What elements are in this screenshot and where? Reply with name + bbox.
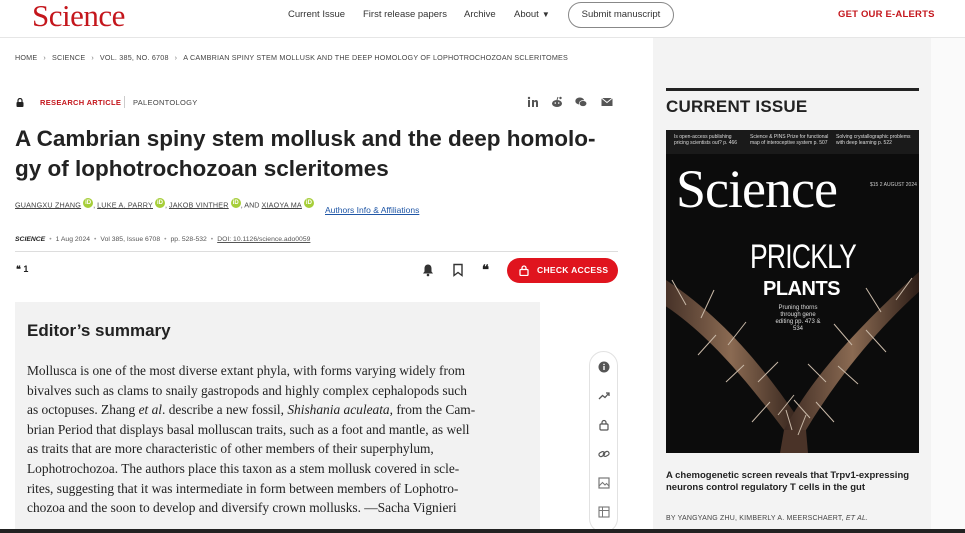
publication-info: SCIENCE • 1 Aug 2024 • Vol 385, Issue 6708 • p… bbox=[15, 236, 311, 243]
page-range: pp. 528-532 bbox=[170, 236, 207, 243]
author-list: GUANGXU ZHANG iD, LUKE A. PARRY iD, JAKOB … bbox=[15, 198, 314, 210]
nav-about-label: About bbox=[514, 9, 539, 20]
author-link[interactable]: XIAOYA MA bbox=[261, 200, 301, 209]
quote-icon: ❝ bbox=[16, 264, 21, 274]
trending-icon[interactable] bbox=[598, 390, 610, 402]
cover-date: $15 2 AUGUST 2024 bbox=[870, 182, 917, 188]
bell-icon[interactable] bbox=[421, 263, 435, 277]
meta-rule bbox=[15, 251, 618, 252]
summary-line: brian Period that displays basal mollusc… bbox=[27, 421, 470, 437]
breadcrumb: HOME › SCIENCE › VOL. 385, NO. 6708 › A CAMBRI… bbox=[15, 53, 568, 62]
breadcrumb-volume[interactable]: VOL. 385, NO. 6708 bbox=[100, 53, 169, 62]
sidebar-article-authors: BY YANGYANG ZHU, KIMBERLY A. MEERSCHAERT… bbox=[666, 515, 868, 522]
chevron-right-icon: › bbox=[43, 53, 46, 62]
submit-manuscript-button[interactable]: Submit manuscript bbox=[568, 2, 674, 28]
breadcrumb-home[interactable]: HOME bbox=[15, 53, 37, 62]
cover-teaser-2: Science & PINS Prize for functional map … bbox=[750, 134, 829, 146]
summary-line: bivalves such as clams to snaily gastrop… bbox=[27, 382, 467, 398]
sidebar-authors-text: BY YANGYANG ZHU, KIMBERLY A. MEERSCHAERT… bbox=[666, 515, 844, 522]
cover-headline: PRICKLY bbox=[750, 238, 857, 276]
gallery-icon[interactable] bbox=[598, 477, 610, 489]
top-navigation-bar: Science Current Issue First release pape… bbox=[0, 0, 965, 38]
cover-headline-2: PLANTS bbox=[763, 278, 841, 300]
sidebar-authors-etal: ET AL. bbox=[845, 515, 869, 522]
publication-date: 1 Aug 2024 bbox=[55, 236, 91, 243]
journal-name[interactable]: SCIENCE bbox=[15, 236, 45, 243]
article-title-line-2: gy of lophotrochozoan scleritomes bbox=[15, 156, 389, 181]
cover-logo: Science bbox=[676, 159, 838, 219]
meta-divider bbox=[124, 96, 125, 108]
orcid-icon[interactable]: iD bbox=[154, 198, 165, 208]
article-title: A Cambrian spiny stem mollusk and the de… bbox=[15, 124, 625, 184]
breadcrumb-science[interactable]: SCIENCE bbox=[52, 53, 85, 62]
check-access-button[interactable]: CHECK ACCESS bbox=[507, 258, 618, 283]
nav-current-issue[interactable]: Current Issue bbox=[288, 9, 345, 20]
lock-icon bbox=[16, 98, 24, 107]
summary-line: chozoa and the soon to develop and diver… bbox=[27, 500, 457, 516]
chevron-right-icon: › bbox=[91, 53, 94, 62]
author-link[interactable]: GUANGXU ZHANG bbox=[15, 200, 81, 209]
wechat-icon[interactable] bbox=[575, 96, 587, 108]
orcid-icon[interactable]: iD bbox=[303, 198, 314, 208]
lock-icon bbox=[519, 265, 529, 276]
bookmark-icon[interactable] bbox=[451, 263, 465, 277]
editors-summary-box: Editor’s summary Mollusca is one of the … bbox=[15, 302, 540, 533]
citation-count-value: 1 bbox=[23, 264, 29, 274]
current-issue-rule bbox=[666, 88, 919, 91]
info-icon[interactable] bbox=[598, 361, 610, 373]
summary-line: as octopuses. Zhang et al. describe a ne… bbox=[27, 402, 476, 418]
linkedin-icon[interactable] bbox=[527, 96, 539, 108]
citation-count[interactable]: ❝ 1 bbox=[16, 264, 28, 275]
sidebar-article-title[interactable]: A chemogenetic screen reveals that Trpv1… bbox=[666, 470, 916, 494]
breadcrumb-article: A CAMBRIAN SPINY STEM MOLLUSK AND THE DE… bbox=[183, 53, 569, 62]
nav-archive[interactable]: Archive bbox=[464, 9, 496, 20]
author-link[interactable]: LUKE A. PARRY bbox=[97, 200, 153, 209]
chevron-down-icon: ▼ bbox=[541, 10, 550, 19]
article-subject[interactable]: PALEONTOLOGY bbox=[133, 98, 198, 107]
summary-line: rites, suggesting that it was intermedia… bbox=[27, 480, 459, 496]
orcid-icon[interactable]: iD bbox=[230, 198, 241, 208]
cover-teaser-3: Solving crystallographic problems with d… bbox=[836, 134, 911, 146]
quote-icon[interactable]: ❝ bbox=[482, 263, 496, 277]
article-tools-rail bbox=[589, 351, 618, 533]
summary-line: as traits that are more characteristic o… bbox=[27, 441, 434, 457]
editors-summary-text: Mollusca is one of the most diverse exta… bbox=[27, 361, 527, 518]
editors-summary-heading: Editor’s summary bbox=[27, 321, 171, 340]
author-link[interactable]: JAKOB VINTHER bbox=[169, 200, 229, 209]
nav-about[interactable]: About ▼ bbox=[514, 9, 550, 20]
summary-line: Lophotrochozoa. The authors place this t… bbox=[27, 460, 460, 476]
orcid-icon[interactable]: iD bbox=[83, 198, 94, 208]
table-icon[interactable] bbox=[598, 506, 610, 518]
email-icon[interactable] bbox=[601, 96, 613, 108]
reddit-icon[interactable] bbox=[551, 96, 563, 108]
journal-cover-image[interactable]: Is open-access publishing pricing scient… bbox=[666, 130, 919, 453]
cover-teaser-strip: Is open-access publishing pricing scient… bbox=[666, 130, 919, 154]
link-icon[interactable] bbox=[598, 448, 610, 460]
e-alerts-link[interactable]: GET OUR E-ALERTS bbox=[838, 9, 935, 20]
summary-line: Mollusca is one of the most diverse exta… bbox=[27, 363, 466, 378]
check-access-label: CHECK ACCESS bbox=[537, 265, 609, 275]
volume-issue[interactable]: Vol 385, Issue 6708 bbox=[100, 236, 160, 243]
science-logo[interactable]: Science bbox=[32, 0, 125, 34]
chevron-right-icon: › bbox=[174, 53, 178, 62]
cover-subline: Pruning thorns through gene editing pp. … bbox=[775, 305, 821, 332]
sidebar-gutter bbox=[931, 38, 965, 533]
authors-info-link[interactable]: Authors Info & Affiliations bbox=[325, 205, 419, 215]
lock-icon[interactable] bbox=[598, 419, 610, 431]
article-title-line-1: A Cambrian spiny stem mollusk and the de… bbox=[15, 126, 596, 151]
cover-teaser-1: Is open-access publishing pricing scient… bbox=[674, 134, 738, 146]
nav-first-release-papers[interactable]: First release papers bbox=[363, 9, 447, 20]
doi-link[interactable]: DOI: 10.1126/science.ado0059 bbox=[217, 236, 310, 243]
article-type-badge: RESEARCH ARTICLE bbox=[40, 98, 122, 107]
current-issue-heading: CURRENT ISSUE bbox=[666, 97, 808, 116]
window-bottom-edge bbox=[0, 529, 965, 533]
